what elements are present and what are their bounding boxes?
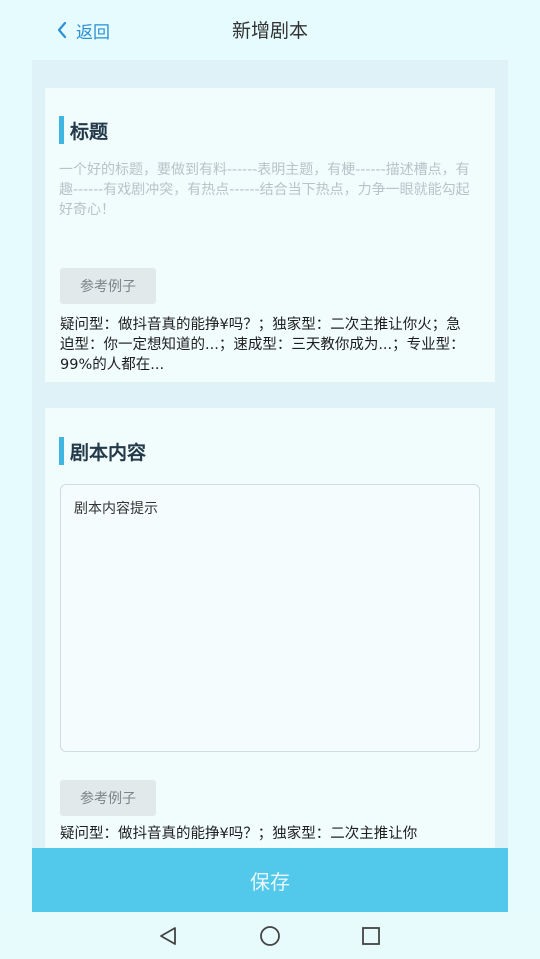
- circle-home-icon[interactable]: [258, 924, 282, 948]
- system-nav-bar: [0, 912, 540, 959]
- content-section-heading: 剧本内容: [59, 437, 146, 465]
- content-card: 剧本内容 剧本内容提示 参考例子 疑问型：做抖音真的能挣¥吗？；独家型：二次主推…: [45, 408, 495, 868]
- header-bar: 返回 新增剧本: [0, 0, 540, 60]
- triangle-back-icon[interactable]: [156, 924, 180, 948]
- accent-bar: [59, 116, 64, 144]
- content-heading-label: 剧本内容: [70, 441, 147, 464]
- content-textarea-placeholder: 剧本内容提示: [74, 501, 158, 517]
- title-example-button[interactable]: 参考例子: [60, 268, 156, 304]
- title-section-heading: 标题: [59, 116, 108, 144]
- page-title: 新增剧本: [231, 20, 308, 42]
- title-example-text: 疑问型：做抖音真的能挣¥吗？；独家型：二次主推让你火；急迫型：你一定想知道的..…: [60, 317, 465, 373]
- title-input-hint[interactable]: 一个好的标题，要做到有料------表明主题，有梗------描述槽点，有趣--…: [59, 160, 479, 220]
- accent-bar: [59, 437, 64, 465]
- title-heading-label: 标题: [70, 120, 109, 143]
- square-recent-icon[interactable]: [359, 924, 383, 948]
- title-card: 标题 一个好的标题，要做到有料------表明主题，有梗------描述槽点，有…: [45, 88, 495, 382]
- content-textarea[interactable]: 剧本内容提示: [60, 484, 480, 752]
- save-button[interactable]: 保存: [32, 848, 508, 912]
- content-example-button[interactable]: 参考例子: [60, 780, 156, 816]
- content-example-text: 疑问型：做抖音真的能挣¥吗？；独家型：二次主推让你: [60, 826, 418, 842]
